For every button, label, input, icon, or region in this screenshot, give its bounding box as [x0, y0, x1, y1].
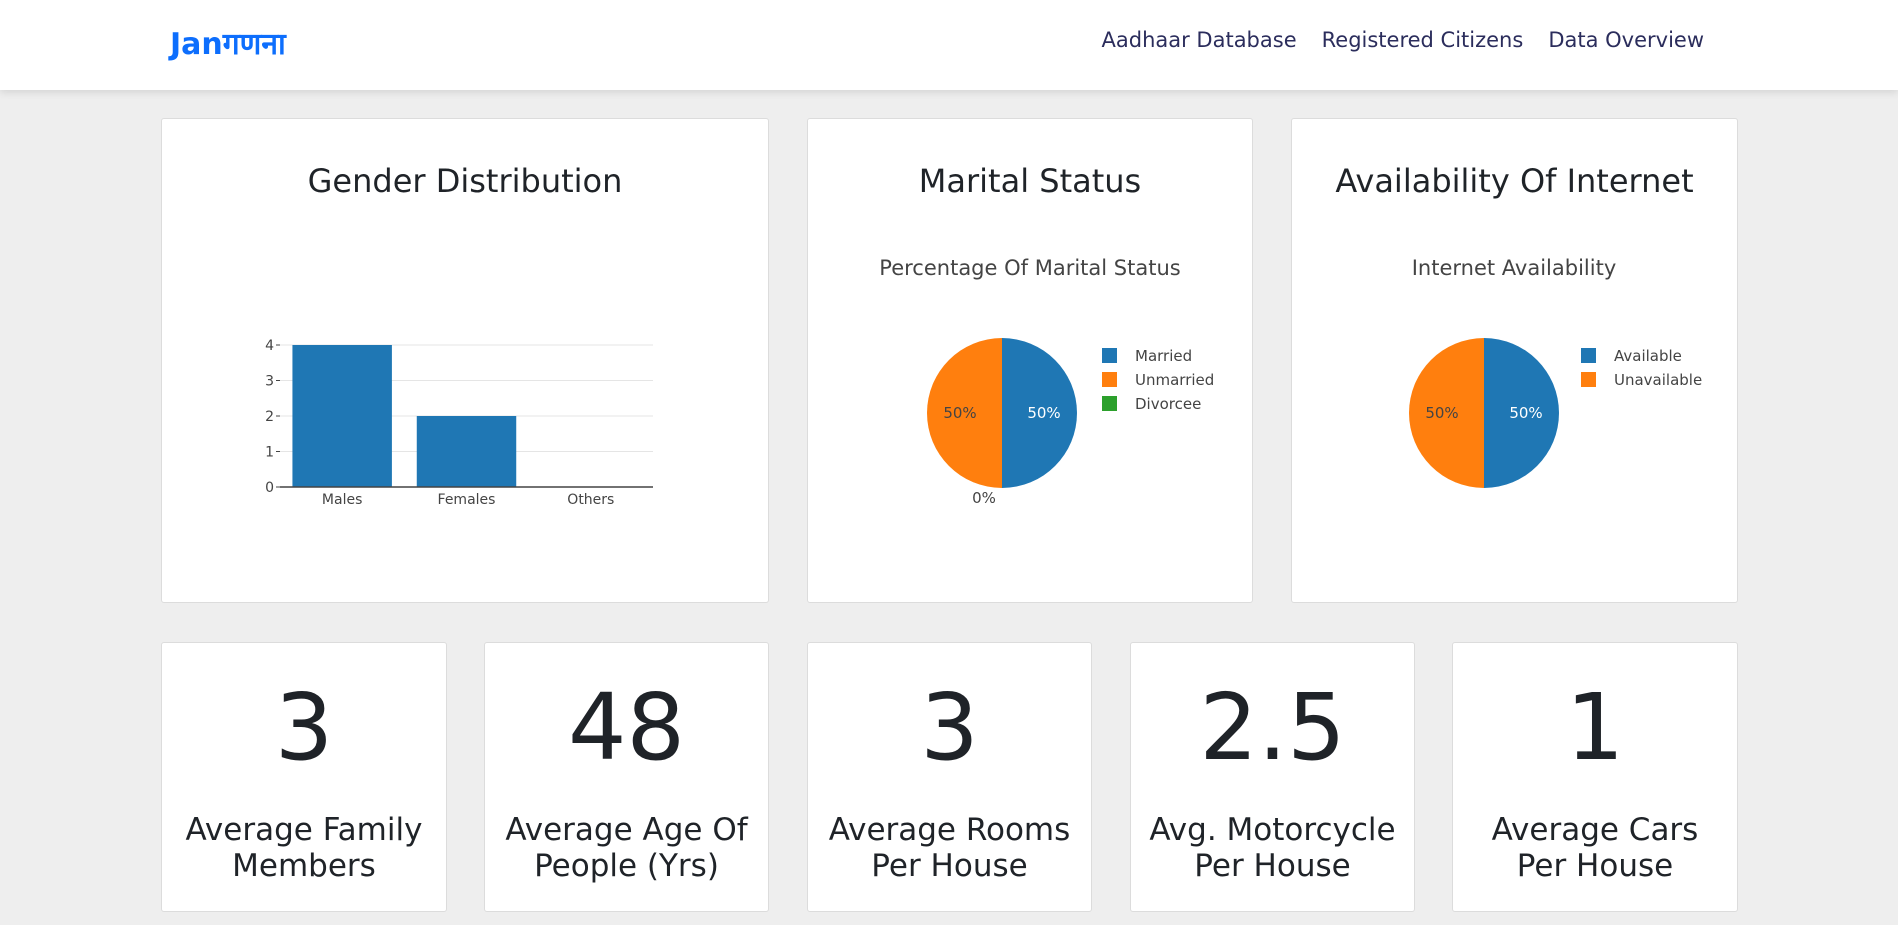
stat-value-cars: 1 [1565, 674, 1625, 781]
slice-label: 0% [972, 489, 996, 507]
stat-value-rooms: 3 [920, 674, 979, 781]
legend-swatch [1102, 372, 1117, 387]
stat-label-line: Avg. Motorcycle [1149, 812, 1396, 848]
stat-label-family-members: Average Family Members [161, 812, 447, 884]
legend-swatch [1102, 396, 1117, 411]
chart-subtitle: Percentage Of Marital Status [879, 256, 1180, 280]
legend-label: Divorcee [1135, 395, 1201, 413]
legend-label: Married [1135, 347, 1192, 365]
stat-label-line: Average Cars [1491, 812, 1699, 848]
x-tick-label: Males [322, 492, 362, 508]
y-tick-label: 2 [265, 409, 274, 425]
stat-label-line: People (Yrs) [534, 848, 719, 884]
legend-swatch [1581, 372, 1596, 387]
stat-value-family-members: 3 [274, 674, 334, 781]
chart-subtitle: Internet Availability [1412, 256, 1617, 280]
bar [416, 416, 517, 487]
legend-swatch [1581, 348, 1596, 363]
stat-value-motorcycle: 2.5 [1199, 674, 1346, 781]
slice-label: 50% [1027, 404, 1060, 422]
stat-label-rooms: Average Rooms Per House [807, 812, 1092, 884]
stat-label-line: Average Age Of [505, 812, 748, 848]
slice-label: 50% [1425, 404, 1458, 422]
stat-value-average-age: 48 [567, 674, 686, 781]
slice-label: 50% [943, 404, 976, 422]
stat-label-cars: Average Cars Per House [1452, 812, 1738, 884]
y-tick-label: 3 [265, 374, 274, 390]
y-tick-label: 0 [265, 480, 274, 496]
y-tick-label: 1 [265, 445, 274, 461]
stat-label-line: Per House [1194, 848, 1351, 884]
legend-label: Unavailable [1614, 371, 1702, 389]
legend-swatch [1102, 348, 1117, 363]
stat-label-line: Average Rooms [828, 812, 1071, 848]
slice-label: 50% [1509, 404, 1542, 422]
stat-label-line: Members [232, 848, 376, 884]
stat-label-line: Per House [1516, 848, 1674, 884]
y-tick-label: 4 [265, 338, 274, 354]
x-tick-label: Females [438, 492, 496, 508]
stat-label-line: Per House [871, 848, 1028, 884]
stat-label-motorcycle: Avg. Motorcycle Per House [1130, 812, 1415, 884]
legend-label: Available [1614, 347, 1682, 365]
x-tick-label: Others [567, 492, 614, 508]
bar [292, 345, 392, 487]
legend-label: Unmarried [1135, 371, 1214, 389]
stat-label-average-age: Average Age Of People (Yrs) [484, 812, 769, 884]
stat-label-line: Average Family [185, 812, 423, 848]
